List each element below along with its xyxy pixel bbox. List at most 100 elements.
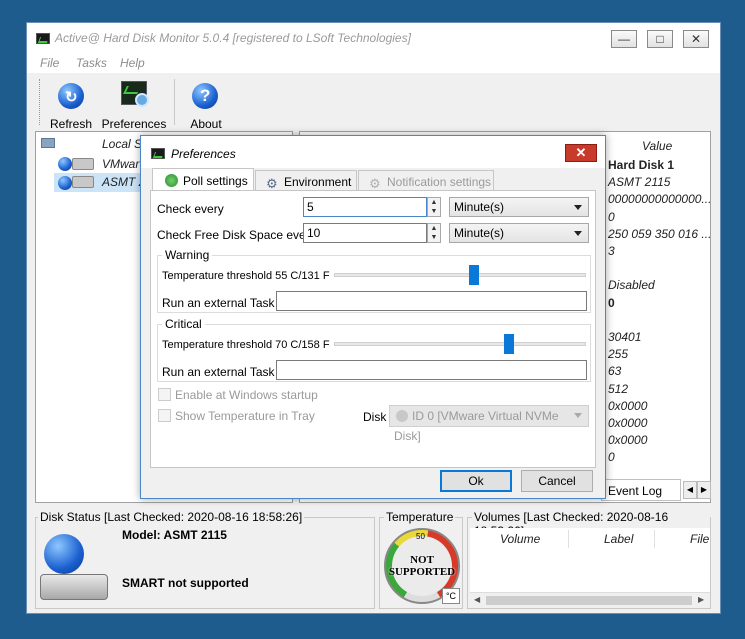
tab-environment[interactable]: ⚙ Environment: [255, 170, 357, 192]
warning-group: Warning Temperature threshold 55 C/131 F…: [157, 248, 591, 313]
warning-slider-track[interactable]: [334, 273, 586, 277]
smart-status: SMART not supported: [122, 576, 249, 590]
col-label[interactable]: Label: [604, 532, 633, 546]
tree-item-label: ASMT 2: [102, 175, 146, 189]
minimize-button[interactable]: —: [611, 30, 637, 48]
menu-help[interactable]: Help: [120, 56, 145, 70]
hard-drive-icon: [40, 574, 108, 600]
maximize-button[interactable]: □: [647, 30, 673, 48]
refresh-label: Refresh: [49, 117, 93, 131]
tab-event-log[interactable]: Event Log: [601, 479, 681, 501]
check-every-unit-select[interactable]: Minute(s): [449, 197, 589, 217]
check-every-unit-value: Minute(s): [454, 200, 505, 214]
critical-task-input[interactable]: [276, 360, 587, 380]
tree-item-label: VMwar: [102, 157, 140, 171]
close-button[interactable]: ✕: [683, 30, 709, 48]
col-volume[interactable]: Volume: [500, 532, 540, 546]
grid-value-cell[interactable]: 250 059 350 016 ...: [608, 227, 711, 241]
disk-icon: [72, 176, 94, 188]
disk-status-icon: [58, 157, 72, 171]
dialog-close-button[interactable]: ✕: [565, 144, 597, 162]
disk-select-value: ID 0 [VMware Virtual NVMe Disk]: [394, 409, 559, 443]
refresh-button[interactable]: ↻ Refresh: [45, 77, 97, 131]
disk-status-icon: [58, 176, 72, 190]
grid-value-cell[interactable]: 63: [608, 364, 621, 378]
critical-slider-track[interactable]: [334, 342, 586, 346]
critical-legend: Critical: [162, 317, 205, 331]
toolbar-grip: [39, 79, 41, 125]
volumes-list[interactable]: Volume Label File: [470, 528, 710, 592]
help-icon: ?: [192, 83, 218, 109]
grid-value-cell[interactable]: 0: [608, 210, 615, 224]
window-title: Active@ Hard Disk Monitor 5.0.4 [registe…: [55, 31, 411, 45]
check-space-label: Check Free Disk Space every: [157, 228, 316, 242]
warning-task-input[interactable]: [276, 291, 587, 311]
tab-poll-settings[interactable]: Poll settings: [152, 168, 254, 192]
grid-value-cell[interactable]: 30401: [608, 330, 641, 344]
col-file[interactable]: File: [690, 532, 709, 546]
value-column-header[interactable]: Value: [642, 139, 672, 153]
warning-slider-thumb[interactable]: [469, 265, 479, 285]
check-space-input[interactable]: 10: [303, 223, 427, 243]
volumes-scrollbar[interactable]: ◀ ▶: [470, 592, 710, 608]
tab-notification-settings[interactable]: ⚙ Notification settings: [358, 170, 494, 192]
tray-label: Show Temperature in Tray: [175, 409, 315, 423]
dialog-title-bar[interactable]: Preferences ✕: [141, 136, 605, 168]
temperature-unit[interactable]: °C: [442, 588, 460, 604]
disk-select[interactable]: ID 0 [VMware Virtual NVMe Disk]: [389, 405, 589, 443]
startup-label: Enable at Windows startup: [175, 388, 318, 402]
grid-value-cell[interactable]: 0x0000: [608, 433, 647, 447]
grid-value-cell[interactable]: 0x0000: [608, 399, 647, 413]
preferences-dialog: Preferences ✕ Poll settings ⚙ Environmen…: [140, 135, 606, 499]
preferences-button[interactable]: Preferences: [101, 77, 167, 131]
grid-value-cell[interactable]: 512: [608, 382, 628, 396]
critical-slider-thumb[interactable]: [504, 334, 514, 354]
tab-event-log-label: Event Log: [608, 484, 663, 498]
chevron-down-icon: [574, 205, 582, 210]
not-supported-label: NOT SUPPORTED: [388, 554, 456, 578]
cancel-button[interactable]: Cancel: [521, 470, 593, 492]
tray-checkbox[interactable]: [158, 409, 171, 422]
menu-tasks[interactable]: Tasks: [76, 56, 107, 70]
check-every-label: Check every: [157, 202, 224, 216]
grid-value-cell[interactable]: Hard Disk 1: [608, 158, 674, 172]
disk-model: Model: ASMT 2115: [122, 528, 227, 542]
menu-file[interactable]: File: [40, 56, 59, 70]
tab-scroll-left-icon[interactable]: ◀: [683, 481, 697, 499]
ok-button[interactable]: Ok: [440, 470, 512, 492]
check-every-input[interactable]: 5: [303, 197, 427, 217]
toolbar: ↻ Refresh Preferences ? About: [27, 73, 720, 131]
scroll-right-icon[interactable]: ▶: [698, 595, 704, 604]
grid-value-cell[interactable]: 00000000000000...: [608, 192, 711, 206]
grid-value-cell[interactable]: Disabled: [608, 278, 655, 292]
startup-checkbox[interactable]: [158, 388, 171, 401]
disk-status-panel: Disk Status [Last Checked: 2020-08-16 18…: [35, 510, 375, 609]
disk-health-icon: [44, 534, 84, 574]
about-button[interactable]: ? About: [179, 77, 233, 131]
warning-threshold-label: Temperature threshold 55 C/131 F: [162, 270, 330, 282]
grid-value-cell[interactable]: 3: [608, 244, 615, 258]
critical-task-label: Run an external Task: [162, 365, 275, 379]
check-every-spinner[interactable]: ▲ ▼: [427, 197, 441, 217]
tab-scroll-right-icon[interactable]: ▶: [697, 481, 711, 499]
scroll-thumb[interactable]: [486, 596, 692, 605]
temperature-title: Temperature: [384, 510, 456, 524]
check-space-spinner[interactable]: ▲ ▼: [427, 223, 441, 243]
title-bar[interactable]: Active@ Hard Disk Monitor 5.0.4 [registe…: [27, 23, 720, 53]
app-icon: [151, 148, 165, 159]
disk-icon: [396, 410, 408, 422]
grid-value-cell[interactable]: ASMT 2115: [608, 175, 670, 189]
grid-value-cell[interactable]: 0x0000: [608, 416, 647, 430]
dialog-title: Preferences: [171, 147, 236, 161]
grid-value-cell[interactable]: 0: [608, 450, 615, 464]
tab-notification-settings-label: Notification settings: [387, 175, 492, 189]
chevron-down-icon: [574, 231, 582, 236]
check-space-unit-select[interactable]: Minute(s): [449, 223, 589, 243]
grid-value-cell[interactable]: 0: [608, 296, 615, 310]
grid-value-cell[interactable]: 255: [608, 347, 628, 361]
gauge-label-50: 50: [416, 532, 425, 541]
scroll-left-icon[interactable]: ◀: [474, 595, 480, 604]
tab-environment-label: Environment: [284, 175, 352, 189]
refresh-icon: ↻: [58, 83, 84, 109]
toolbar-separator: [174, 79, 175, 125]
